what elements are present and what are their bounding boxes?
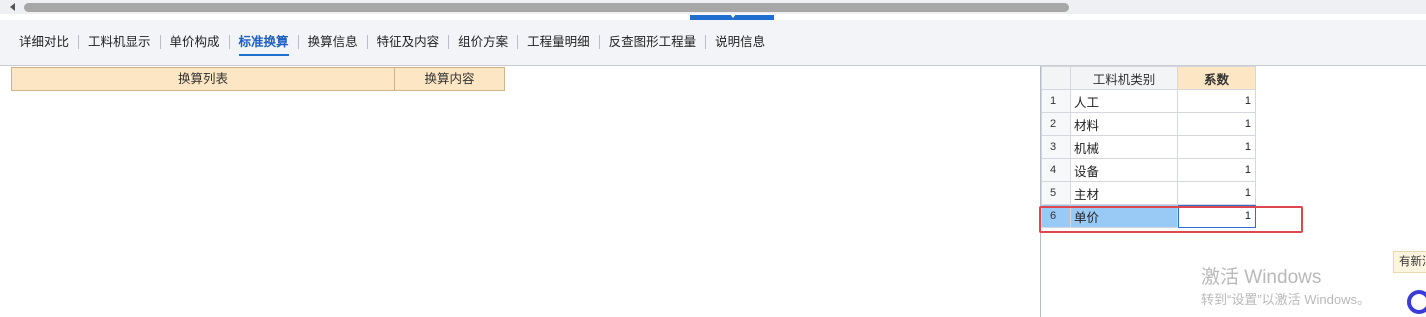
assistant-icon[interactable] bbox=[1407, 290, 1426, 314]
tab-description[interactable]: 说明信息 bbox=[706, 33, 774, 51]
tab-unit-price-composition[interactable]: 单价构成 bbox=[161, 33, 229, 51]
header-conversion-list[interactable]: 换算列表 bbox=[12, 67, 395, 91]
table-row[interactable]: 4 设备 1 bbox=[1041, 158, 1256, 182]
header-category[interactable]: 工料机类别 bbox=[1070, 66, 1178, 90]
tab-features-content[interactable]: 特征及内容 bbox=[368, 33, 449, 51]
coefficient-cell[interactable]: 1 bbox=[1177, 89, 1256, 113]
row-number: 2 bbox=[1041, 112, 1071, 136]
coefficient-cell[interactable]: 1 bbox=[1177, 158, 1256, 182]
conversion-table-header: 换算列表 换算内容 bbox=[11, 67, 505, 91]
table-row[interactable]: 5 主材 1 bbox=[1041, 181, 1256, 205]
row-number: 4 bbox=[1041, 158, 1071, 182]
category-cell[interactable]: 机械 bbox=[1070, 135, 1178, 159]
chevron-down-icon bbox=[730, 14, 736, 18]
conversion-list-pane: 换算列表 换算内容 bbox=[0, 66, 1041, 317]
table-row[interactable]: 2 材料 1 bbox=[1041, 112, 1256, 136]
activate-windows-watermark-title: 激活 Windows bbox=[1201, 267, 1322, 288]
row-number: 3 bbox=[1041, 135, 1071, 159]
new-message-notification[interactable]: 有新消息 bbox=[1393, 251, 1426, 273]
tab-labor-material-machine[interactable]: 工料机显示 bbox=[79, 33, 160, 51]
tab-standard-conversion[interactable]: 标准换算 bbox=[230, 33, 298, 56]
tab-pricing-scheme[interactable]: 组价方案 bbox=[449, 33, 517, 51]
tab-conversion-info[interactable]: 换算信息 bbox=[299, 33, 367, 51]
row-number: 5 bbox=[1041, 181, 1071, 205]
tab-detail-compare[interactable]: 详细对比 bbox=[10, 33, 78, 51]
category-cell[interactable]: 人工 bbox=[1070, 89, 1178, 113]
table-row[interactable]: 3 机械 1 bbox=[1041, 135, 1256, 159]
coefficient-table: 工料机类别 系数 1 人工 1 2 材料 1 3 机械 1 4 设备 1 5 主… bbox=[1041, 66, 1256, 228]
scroll-left-arrow-icon[interactable] bbox=[10, 3, 15, 11]
horizontal-scrollbar[interactable] bbox=[0, 0, 1426, 14]
header-coefficient[interactable]: 系数 bbox=[1177, 66, 1256, 90]
coefficient-cell[interactable]: 1 bbox=[1177, 112, 1256, 136]
activate-windows-watermark-subtitle: 转到“设置”以激活 Windows。 bbox=[1201, 292, 1371, 307]
header-conversion-content[interactable]: 换算内容 bbox=[395, 67, 505, 91]
coefficient-cell[interactable]: 1 bbox=[1177, 181, 1256, 205]
category-cell[interactable]: 主材 bbox=[1070, 181, 1178, 205]
category-cell[interactable]: 设备 bbox=[1070, 158, 1178, 182]
coefficient-cell[interactable]: 1 bbox=[1177, 135, 1256, 159]
table-row[interactable]: 1 人工 1 bbox=[1041, 89, 1256, 113]
scrollbar-thumb[interactable] bbox=[24, 3, 1069, 12]
tab-bar: 详细对比 工料机显示 单价构成 标准换算 换算信息 特征及内容 组价方案 工程量… bbox=[0, 20, 1426, 66]
tab-list: 详细对比 工料机显示 单价构成 标准换算 换算信息 特征及内容 组价方案 工程量… bbox=[10, 33, 774, 56]
header-row-number bbox=[1041, 66, 1071, 90]
category-cell[interactable]: 材料 bbox=[1070, 112, 1178, 136]
tab-reverse-graphic-quantity[interactable]: 反查图形工程量 bbox=[600, 33, 706, 51]
tab-quantity-detail[interactable]: 工程量明细 bbox=[518, 33, 599, 51]
row-number: 1 bbox=[1041, 89, 1071, 113]
highlight-annotation-box bbox=[1039, 206, 1303, 233]
